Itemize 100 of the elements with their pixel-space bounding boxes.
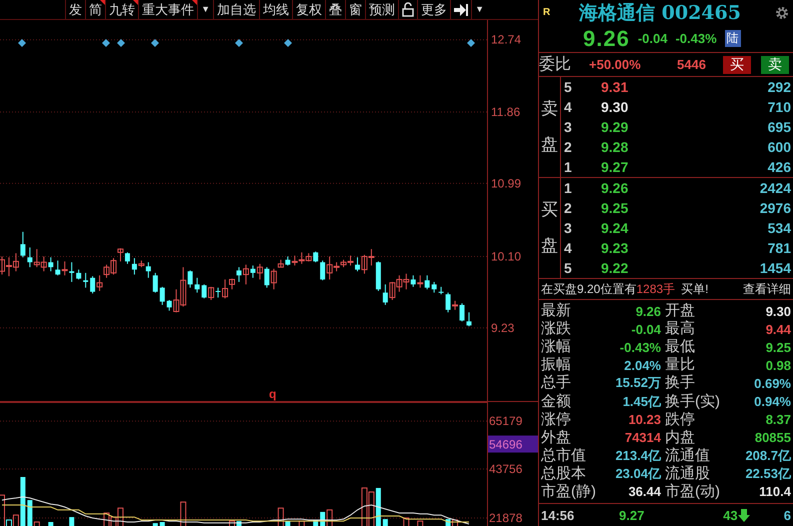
candlestick: [466, 312, 472, 327]
candlestick: [432, 281, 437, 294]
volume-bar: [160, 522, 165, 526]
stat-label: 总股本: [540, 464, 586, 483]
stat-label: 总手: [540, 374, 571, 392]
candlestick: [242, 264, 249, 285]
candlestick: [96, 274, 103, 292]
stat-value: 0.94%: [754, 394, 792, 410]
order-side-label: 卖盘: [541, 98, 558, 156]
stat-value: 110.4: [759, 484, 792, 500]
candlestick: [250, 265, 256, 278]
candlestick: [90, 276, 96, 294]
candlestick: [216, 287, 221, 298]
stat-value: 1.45亿: [622, 392, 662, 411]
order-price: 9.31: [601, 79, 630, 95]
level-number: 2: [563, 139, 573, 155]
candlestick: [285, 256, 290, 266]
cursor-value-label: 54696: [488, 436, 538, 453]
settings-icon[interactable]: [775, 6, 789, 20]
stat-value: 9.25: [766, 340, 792, 355]
stat-label: 跌停: [664, 410, 695, 429]
level-number: 3: [563, 119, 573, 135]
stat-value: 213.4亿: [615, 446, 662, 465]
stat-label: 市盈(静): [540, 482, 596, 501]
stat-value: 36.44: [628, 484, 662, 500]
notice-text: 在买盘9.20位置有: [541, 280, 636, 298]
order-price: 9.30: [601, 99, 630, 115]
level-number: 4: [563, 99, 573, 115]
candlestick: [417, 274, 424, 288]
candlestick: [229, 278, 236, 290]
pin-to-edge-icon: [454, 4, 468, 16]
last-price: 9.26: [583, 26, 630, 52]
stat-label: 金额: [540, 392, 571, 411]
stat-value: 9.30: [766, 304, 792, 319]
lock-icon: [402, 2, 414, 17]
stat-value: 23.04亿: [615, 464, 662, 483]
order-volume: 695: [766, 119, 792, 135]
diamond-icon[interactable]: [151, 39, 159, 47]
stat-value: 8.37: [766, 412, 792, 428]
diamond-icon[interactable]: [284, 39, 292, 47]
candlestick: [160, 286, 165, 306]
candlestick: [27, 246, 32, 268]
candlestick: [270, 268, 277, 290]
stat-value: 9.44: [766, 322, 792, 337]
stat-label: 涨停: [540, 410, 571, 429]
stat-value: 80855: [754, 430, 792, 446]
candlestick: [48, 256, 54, 272]
toolbar-button[interactable]: 重大事件: [138, 0, 198, 19]
candlestick: [460, 302, 465, 322]
candlestick: [256, 263, 263, 280]
candlestick: [188, 270, 193, 288]
candlestick: [69, 262, 74, 282]
diamond-icon[interactable]: [467, 39, 475, 47]
level-number: 4: [563, 240, 573, 256]
volume-bar: [417, 520, 424, 526]
order-volume: 2424: [758, 180, 792, 196]
order-price: 9.28: [601, 139, 630, 155]
diamond-icon[interactable]: [235, 39, 243, 47]
ratio-label: 委比: [539, 54, 572, 75]
candlestick: [117, 248, 124, 262]
level-number: 5: [563, 260, 573, 276]
tick-time: 14:56: [541, 508, 576, 523]
stat-value: 2.04%: [624, 358, 662, 373]
notice-amount: 1283手: [636, 280, 676, 298]
stat-value: 15.52万: [615, 374, 662, 392]
buy-button[interactable]: 买: [723, 56, 751, 74]
details-link[interactable]: 查看详细: [743, 280, 791, 298]
order-volume: 1454: [758, 260, 792, 276]
price-axis-label: 10.99: [491, 176, 522, 190]
tick-volume: 43: [723, 508, 738, 523]
stat-label: 总市值: [540, 446, 586, 465]
toolbar-button[interactable]: 九转: [105, 0, 138, 19]
candlestick: [313, 251, 318, 263]
order-price: 9.22: [601, 260, 630, 276]
volume-bar: [180, 502, 186, 526]
price-axis-label: 10.10: [491, 249, 522, 264]
stat-label: 最新: [540, 302, 571, 320]
volume-bar: [69, 517, 74, 526]
order-price: 9.24: [601, 220, 630, 236]
volume-bar: [152, 523, 158, 526]
order-price: 9.26: [601, 180, 630, 196]
diamond-icon[interactable]: [18, 39, 26, 47]
stat-value: 9.26: [636, 304, 662, 319]
stat-value: 74314: [624, 430, 662, 446]
stat-value: 0.98: [766, 358, 792, 373]
volume-axis-label: 43756: [489, 462, 522, 476]
price-axis-label: 12.74: [491, 32, 522, 47]
candlestick: [236, 266, 242, 282]
stat-label: 内盘: [664, 428, 695, 447]
stat-label: 涨跌: [540, 320, 571, 338]
stat-label: 涨幅: [540, 338, 571, 356]
sell-button[interactable]: 卖: [761, 56, 789, 74]
margin-marker: R: [543, 7, 552, 18]
level-number: 5: [563, 79, 573, 95]
candlestick: [264, 266, 270, 288]
order-volume: 292: [766, 79, 792, 95]
toolbar-button[interactable]: 简: [85, 0, 106, 19]
stat-value: 208.7亿: [745, 446, 792, 465]
candlestick: [55, 260, 60, 276]
candlestick: [222, 278, 228, 299]
